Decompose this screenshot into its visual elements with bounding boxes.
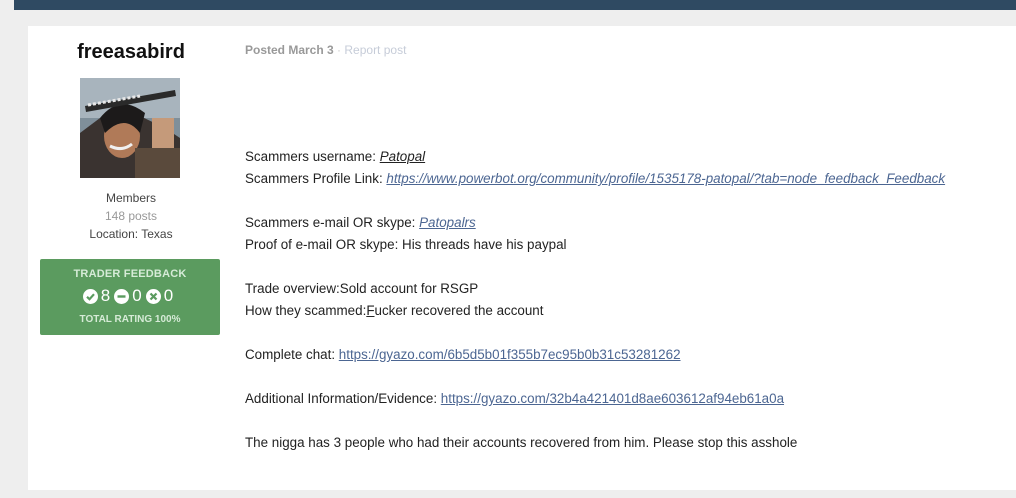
feedback-negative-count: 0 [163,286,174,305]
scammer-profile-link[interactable]: https://www.powerbot.org/community/profi… [386,171,945,186]
trader-feedback-box[interactable]: TRADER FEEDBACK 8 0 0 TOTAL RATING 100% [40,259,220,335]
meta-separator: · [333,43,345,57]
posted-date[interactable]: Posted March 3 [245,43,334,57]
forum-post: freeasabird Members 148 posts Location: … [28,26,1016,490]
close-circle-icon [145,288,161,304]
additional-info-line: Additional Information/Evidence: https:/… [245,391,784,406]
author-location: Location: Texas [89,227,173,241]
complete-chat-label: Complete chat: [245,347,339,362]
author-post-count: 148 posts [104,209,158,223]
feedback-total-rating: TOTAL RATING 100% [79,314,181,325]
report-post-link[interactable]: Report post [344,43,406,57]
feedback-title: TRADER FEEDBACK [73,268,187,280]
scammer-username-value: Patopal [379,149,426,164]
author-group: Members [105,191,156,205]
trade-overview-line: Trade overview:Sold account for RSGP [245,281,479,296]
check-circle-icon [82,288,98,304]
author-avatar[interactable] [80,78,180,178]
scammer-profile-label: Scammers Profile Link: [245,171,387,186]
feedback-positive-count: 8 [100,286,111,305]
scammer-email-link[interactable]: Patopalrs [419,215,476,230]
scammer-username-line: Scammers username: Patopal [245,149,425,164]
scammer-profile-line: Scammers Profile Link: https://www.power… [245,171,945,186]
scammer-email-line: Scammers e-mail OR skype: Patopalrs [245,215,476,230]
complete-chat-link[interactable]: https://gyazo.com/6b5d5b01f355b7ec95b0b3… [339,347,681,362]
additional-info-link[interactable]: https://gyazo.com/32b4a421401d8ae603612a… [441,391,784,406]
author-username[interactable]: freeasabird [76,41,186,64]
how-scammed-line: How they scammed:Fucker recovered the ac… [245,303,543,318]
how-scammed-label: How they scammed: [245,303,367,318]
feedback-counts: 8 0 0 [40,286,220,306]
how-scammed-first-letter: F [366,303,375,318]
scammer-email-label: Scammers e-mail OR skype: [245,215,420,230]
additional-info-label: Additional Information/Evidence: [245,391,441,406]
closing-text: The nigga has 3 people who had their acc… [245,435,798,450]
complete-chat-line: Complete chat: https://gyazo.com/6b5d5b0… [245,347,681,362]
proof-line: Proof of e-mail OR skype: His threads ha… [245,237,567,252]
avatar-image [80,78,180,178]
how-scammed-text: ucker recovered the account [374,303,544,318]
post-meta: Posted March 3 · Report post [245,43,406,57]
minus-circle-icon [114,288,130,304]
top-navigation-bar [14,0,1016,10]
scammer-username-label: Scammers username: [245,149,380,164]
feedback-neutral-count: 0 [132,286,142,305]
